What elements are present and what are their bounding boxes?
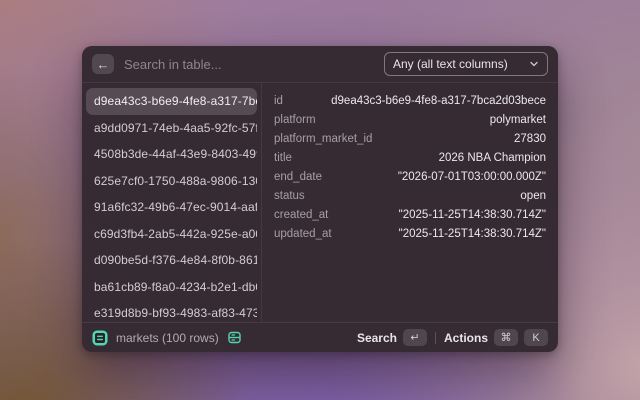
field-key: created_at [274,209,328,221]
field-key: status [274,190,305,202]
field-key: end_date [274,171,322,183]
footer-divider [435,332,436,344]
field-value: polymarket [490,114,546,126]
detail-row[interactable]: title 2026 NBA Champion [274,148,546,167]
field-key: title [274,152,292,164]
field-value: "2026-07-01T03:00:00.000Z" [398,171,546,183]
search-action-label: Search [357,331,397,345]
column-filter-dropdown[interactable]: Any (all text columns) [384,52,548,76]
list-item[interactable]: d9ea43c3-b6e9-4fe8-a317-7bca2d... [86,88,257,115]
enter-key-icon: ↵ [403,329,427,346]
list-item[interactable]: 91a6fc32-49b6-47ec-9014-aaf3fcf0... [86,194,257,221]
back-button[interactable]: ← [92,54,114,74]
content-area: d9ea43c3-b6e9-4fe8-a317-7bca2d... a9dd09… [82,83,558,322]
field-value: 27830 [514,133,546,145]
search-action[interactable]: Search ↵ [357,329,427,346]
list-item[interactable]: 4508b3de-44af-43e9-8403-499e2... [86,141,257,168]
table-icon[interactable] [92,330,108,346]
back-arrow-icon: ← [97,57,110,72]
list-item[interactable]: d090be5d-f376-4e84-8f0b-8611b6f... [86,247,257,274]
detail-row[interactable]: status open [274,186,546,205]
k-key-icon: K [524,329,548,346]
table-name-label: markets (100 rows) [116,331,219,345]
table-browser-window: ← Any (all text columns) d9ea43c3-b6e9-4… [82,46,558,352]
list-item[interactable]: 625e7cf0-1750-488a-9806-130ffd6... [86,168,257,195]
status-bar: markets (100 rows) Search ↵ Actions ⌘ K [82,322,558,352]
row-id-list: d9ea43c3-b6e9-4fe8-a317-7bca2d... a9dd09… [82,83,262,322]
column-filter-value: Any (all text columns) [393,57,508,71]
search-header: ← Any (all text columns) [82,46,558,83]
list-item[interactable]: c69d3fb4-2ab5-442a-925e-a002ad... [86,221,257,248]
field-value: "2025-11-25T14:38:30.714Z" [399,228,546,240]
actions-action[interactable]: Actions ⌘ K [444,329,548,346]
detail-row[interactable]: created_at "2025-11-25T14:38:30.714Z" [274,205,546,224]
detail-row[interactable]: end_date "2026-07-01T03:00:00.000Z" [274,167,546,186]
field-value: d9ea43c3-b6e9-4fe8-a317-7bca2d03bece [331,95,546,107]
detail-row[interactable]: platform polymarket [274,110,546,129]
actions-action-label: Actions [444,331,488,345]
field-value: "2025-11-25T14:38:30.714Z" [399,209,546,221]
list-item[interactable]: e319d8b9-bf93-4983-af83-473a89... [86,300,257,322]
field-key: updated_at [274,228,332,240]
field-key: platform_market_id [274,133,372,145]
detail-row[interactable]: updated_at "2025-11-25T14:38:30.714Z" [274,224,546,243]
rows-view-icon[interactable] [227,330,242,345]
field-value: open [520,190,546,202]
field-value: 2026 NBA Champion [439,152,546,164]
detail-row[interactable]: id d9ea43c3-b6e9-4fe8-a317-7bca2d03bece [274,91,546,110]
chevron-down-icon [529,59,539,69]
record-detail-panel: id d9ea43c3-b6e9-4fe8-a317-7bca2d03bece … [262,83,558,322]
command-key-icon: ⌘ [494,329,518,346]
list-item[interactable]: ba61cb89-f8a0-4234-b2e1-db07a6... [86,274,257,301]
list-item[interactable]: a9dd0971-74eb-4aa5-92fc-57f79e5... [86,115,257,142]
field-key: id [274,95,283,107]
detail-row[interactable]: platform_market_id 27830 [274,129,546,148]
search-input[interactable] [122,56,376,73]
field-key: platform [274,114,316,126]
